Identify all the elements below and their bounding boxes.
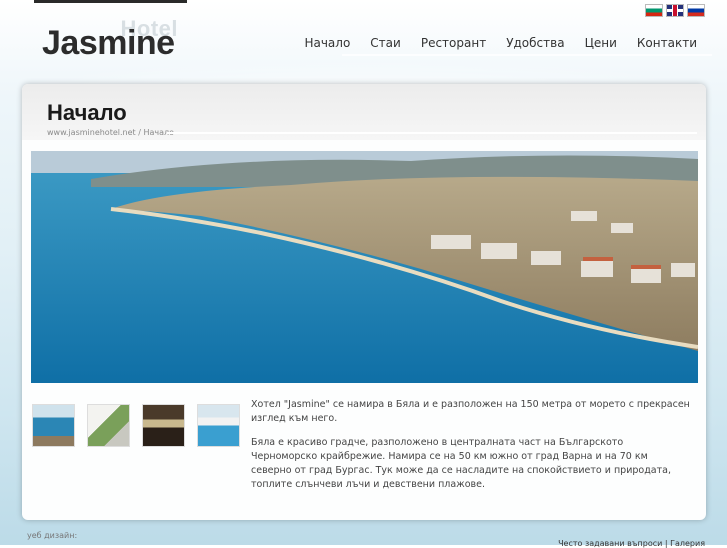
nav-restaurant[interactable]: Ресторант	[421, 36, 486, 50]
description-paragraph: Хотел "Jasmine" се намира в Бяла и е раз…	[251, 399, 690, 424]
gallery-thumbnail[interactable]	[32, 404, 75, 447]
nav-rooms[interactable]: Стаи	[370, 36, 401, 50]
description-paragraph: Бяла е красиво градче, разположено в цен…	[251, 437, 671, 490]
main-nav: Начало Стаи Ресторант Удобства Цени Конт…	[304, 36, 697, 50]
hero-image	[31, 151, 698, 383]
footer-credit: уеб дизайн:	[27, 531, 78, 540]
language-switcher	[645, 4, 705, 17]
description: Хотел "Jasmine" се намира в Бяла и е раз…	[251, 398, 691, 502]
thumbnail-gallery	[32, 404, 240, 447]
nav-prices[interactable]: Цени	[585, 36, 617, 50]
russian-flag-icon[interactable]	[687, 4, 705, 17]
coastline-illustration	[31, 151, 698, 383]
content-panel: Начало www.jasminehotel.net / Начало Хот…	[22, 84, 706, 520]
top-bar	[34, 0, 187, 3]
nav-amenities[interactable]: Удобства	[506, 36, 564, 50]
nav-contacts[interactable]: Контакти	[637, 36, 697, 50]
header-divider	[167, 132, 697, 134]
gallery-thumbnail[interactable]	[142, 404, 185, 447]
gallery-thumbnail[interactable]	[87, 404, 130, 447]
bulgarian-flag-icon[interactable]	[645, 4, 663, 17]
nav-underline	[342, 54, 712, 56]
hotel-logo[interactable]: Hotel Jasmine	[40, 14, 190, 64]
gallery-thumbnail[interactable]	[197, 404, 240, 447]
logo-jasmine-text: Jasmine	[42, 24, 175, 62]
english-flag-icon[interactable]	[666, 4, 684, 17]
nav-home[interactable]: Начало	[304, 36, 350, 50]
breadcrumb: www.jasminehotel.net / Начало	[47, 128, 174, 137]
footer-links[interactable]: Често задавани въпроси | Галерия	[558, 539, 705, 548]
page-title: Начало	[47, 100, 127, 125]
